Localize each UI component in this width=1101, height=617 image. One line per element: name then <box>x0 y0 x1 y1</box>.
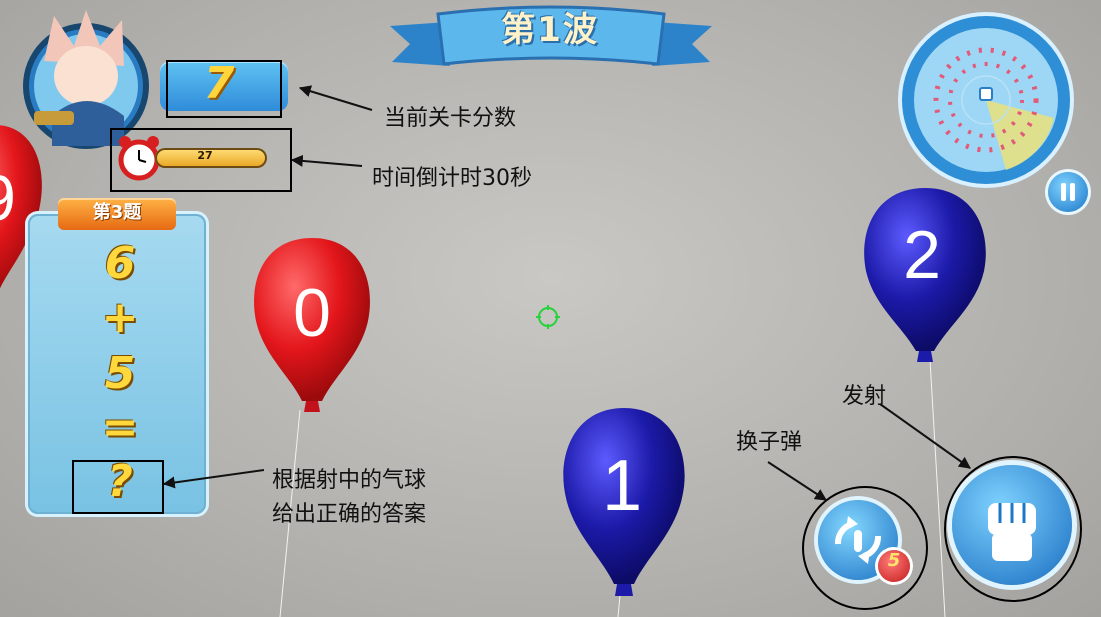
answer-annotation-line2: 给出正确的答案 <box>272 502 427 527</box>
annotation-arrows <box>162 85 971 501</box>
timer-annotation: 时间倒计时30秒 <box>372 166 532 191</box>
swap-annotation: 换子弹 <box>736 430 803 455</box>
game-stage[interactable]: 9 0 2 1 第1波 7 <box>0 0 1101 617</box>
fire-annotation: 发射 <box>842 384 887 409</box>
answer-annotation-line1: 根据射中的气球 <box>272 468 427 493</box>
score-annotation: 当前关卡分数 <box>384 106 517 131</box>
